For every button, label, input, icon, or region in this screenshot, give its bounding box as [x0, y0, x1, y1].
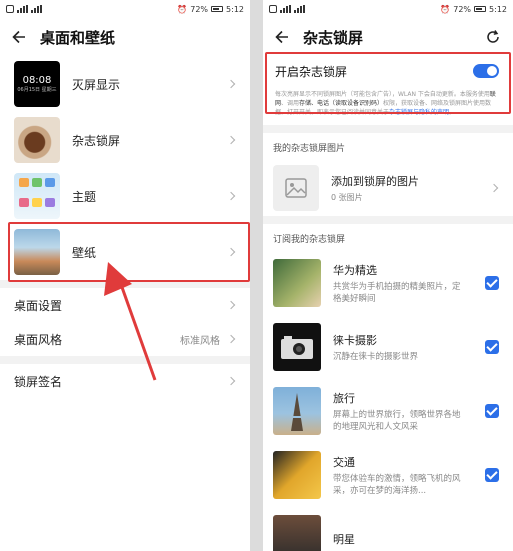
- signal-icon: [280, 5, 291, 13]
- chevron-right-icon: [226, 247, 236, 257]
- signal-icon-2: [294, 5, 305, 13]
- subscription-checkbox[interactable]: [485, 276, 499, 290]
- divider: [263, 216, 513, 224]
- alarm-icon: ⏰: [440, 4, 451, 14]
- subscription-desc: 沉静在徕卡的摄影世界: [333, 351, 419, 362]
- subscription-thumbnail: [273, 387, 321, 435]
- privacy-link[interactable]: 杂志锁屏与隐私的声明: [389, 109, 449, 116]
- image-placeholder-icon: [273, 165, 319, 211]
- menu-item-label: 灭屏显示: [72, 77, 121, 92]
- refresh-icon[interactable]: [485, 29, 501, 45]
- menu-item-lock-signature[interactable]: 锁屏签名: [0, 364, 250, 398]
- menu-item-desktop-style[interactable]: 桌面风格 标准风格: [0, 322, 250, 356]
- signal-icon: [17, 5, 28, 13]
- status-bar: ⏰ 72% 5:12: [263, 0, 513, 18]
- clock: 5:12: [226, 4, 244, 14]
- menu-item-aod[interactable]: 08:08 06月15日 星期三 灭屏显示: [0, 56, 250, 112]
- subscription-desc: 带您体验车的激情，领略飞机的风采，亦可在梦的海洋扬...: [333, 473, 461, 496]
- menu-item-label: 杂志锁屏: [72, 133, 121, 148]
- aod-date: 06月15日 星期三: [17, 87, 57, 93]
- section-my-images: 我的杂志锁屏图片: [273, 144, 346, 154]
- menu-item-label: 壁纸: [72, 245, 97, 260]
- menu-item-desktop-settings[interactable]: 桌面设置: [0, 288, 250, 322]
- subscription-desc: 共赏华为手机拍摄的精美照片，定格美好瞬间: [333, 281, 461, 304]
- subscription-desc: 屏幕上的世界旅行，领略世界各地的地理风光和人文风采: [333, 409, 461, 432]
- subscription-checkbox[interactable]: [485, 340, 499, 354]
- battery-percent: 72%: [453, 4, 472, 14]
- subscription-thumbnail: [273, 323, 321, 371]
- subscription-thumbnail: [273, 451, 321, 499]
- signal-icon-2: [31, 5, 42, 13]
- divider: [0, 356, 250, 364]
- subscription-item[interactable]: 明星: [263, 507, 513, 551]
- nfc-icon: [269, 5, 277, 13]
- aod-time: 08:08: [22, 75, 52, 86]
- chevron-right-icon: [226, 334, 236, 344]
- magazine-lock-switch[interactable]: [473, 64, 499, 78]
- subscription-name: 明星: [333, 533, 355, 546]
- toggle-description: 每次亮屏显示不同锁屏图片（可能包含广告），WLAN 下会自动更新。本服务使用联网…: [263, 86, 513, 125]
- menu-item-label: 锁屏签名: [14, 374, 63, 389]
- subscription-name: 交通: [333, 455, 355, 469]
- image-count: 0 张图片: [331, 193, 363, 202]
- chevron-right-icon: [226, 300, 236, 310]
- back-arrow-icon[interactable]: [12, 30, 26, 44]
- theme-thumbnail: [14, 173, 60, 219]
- chevron-right-icon: [226, 135, 236, 145]
- clock: 5:12: [489, 4, 507, 14]
- status-bar: ⏰ 72% 5:12: [0, 0, 250, 18]
- battery-percent: 72%: [190, 4, 209, 14]
- right-screen: ⏰ 72% 5:12 杂志锁屏 开启杂志锁屏 每次亮屏显示不同锁屏图片（可能包含…: [263, 0, 513, 551]
- subscription-item[interactable]: 徕卡摄影 沉静在徕卡的摄影世界: [263, 315, 513, 379]
- subscription-item[interactable]: 交通 带您体验车的激情，领略飞机的风采，亦可在梦的海洋扬...: [263, 443, 513, 507]
- menu-item-theme[interactable]: 主题: [0, 168, 250, 224]
- chevron-right-icon: [226, 79, 236, 89]
- subscription-name: 华为精选: [333, 263, 377, 277]
- nfc-icon: [6, 5, 14, 13]
- menu-item-label: 主题: [72, 189, 97, 204]
- subscription-checkbox[interactable]: [485, 468, 499, 482]
- page-title: 杂志锁屏: [303, 28, 364, 47]
- magazine-thumbnail: [14, 117, 60, 163]
- left-header: 桌面和壁纸: [0, 18, 250, 56]
- desc-text: 、调用: [281, 100, 300, 107]
- chevron-right-icon: [226, 376, 236, 386]
- divider: [0, 280, 250, 288]
- subscription-thumbnail: [273, 259, 321, 307]
- aod-thumbnail: 08:08 06月15日 星期三: [14, 61, 60, 107]
- menu-item-label: 桌面风格: [14, 332, 63, 347]
- subscription-item[interactable]: 旅行 屏幕上的世界旅行，领略世界各地的地理风光和人文风采: [263, 379, 513, 443]
- add-image-row[interactable]: 添加到锁屏的图片 0 张图片: [263, 160, 513, 216]
- menu-item-wallpaper[interactable]: 壁纸: [0, 224, 250, 280]
- battery-icon: [211, 6, 224, 12]
- section-subscriptions: 订阅我的杂志锁屏: [273, 235, 346, 245]
- alarm-icon: ⏰: [177, 4, 188, 14]
- wallpaper-thumbnail: [14, 229, 60, 275]
- desc-text: 。: [449, 109, 456, 116]
- subscription-thumbnail: [273, 515, 321, 551]
- left-screen: ⏰ 72% 5:12 桌面和壁纸 08:08 06月15日 星期三 灭屏显示 杂…: [0, 0, 250, 551]
- battery-icon: [474, 6, 487, 12]
- page-title: 桌面和壁纸: [40, 28, 116, 47]
- desc-bold: 存储、电话（读取设备识别码）: [299, 100, 384, 107]
- toggle-label: 开启杂志锁屏: [275, 64, 348, 79]
- subscription-name: 旅行: [333, 391, 355, 405]
- chevron-right-icon: [226, 191, 236, 201]
- subscription-name: 徕卡摄影: [333, 333, 377, 347]
- desktop-style-value: 标准风格: [180, 335, 220, 347]
- subscription-checkbox[interactable]: [485, 404, 499, 418]
- subscription-item[interactable]: 华为精选 共赏华为手机拍摄的精美照片，定格美好瞬间: [263, 251, 513, 315]
- chevron-right-icon: [489, 183, 499, 193]
- desc-text: 每次亮屏显示不同锁屏图片（可能包含广告），WLAN 下会自动更新。本服务使用: [275, 91, 490, 98]
- back-arrow-icon[interactable]: [275, 30, 289, 44]
- magazine-lock-toggle-row[interactable]: 开启杂志锁屏: [263, 56, 513, 86]
- right-header: 杂志锁屏: [263, 18, 513, 56]
- add-image-label: 添加到锁屏的图片: [331, 175, 419, 188]
- menu-item-magazine-lock[interactable]: 杂志锁屏: [0, 112, 250, 168]
- divider: [263, 125, 513, 133]
- menu-item-label: 桌面设置: [14, 298, 63, 313]
